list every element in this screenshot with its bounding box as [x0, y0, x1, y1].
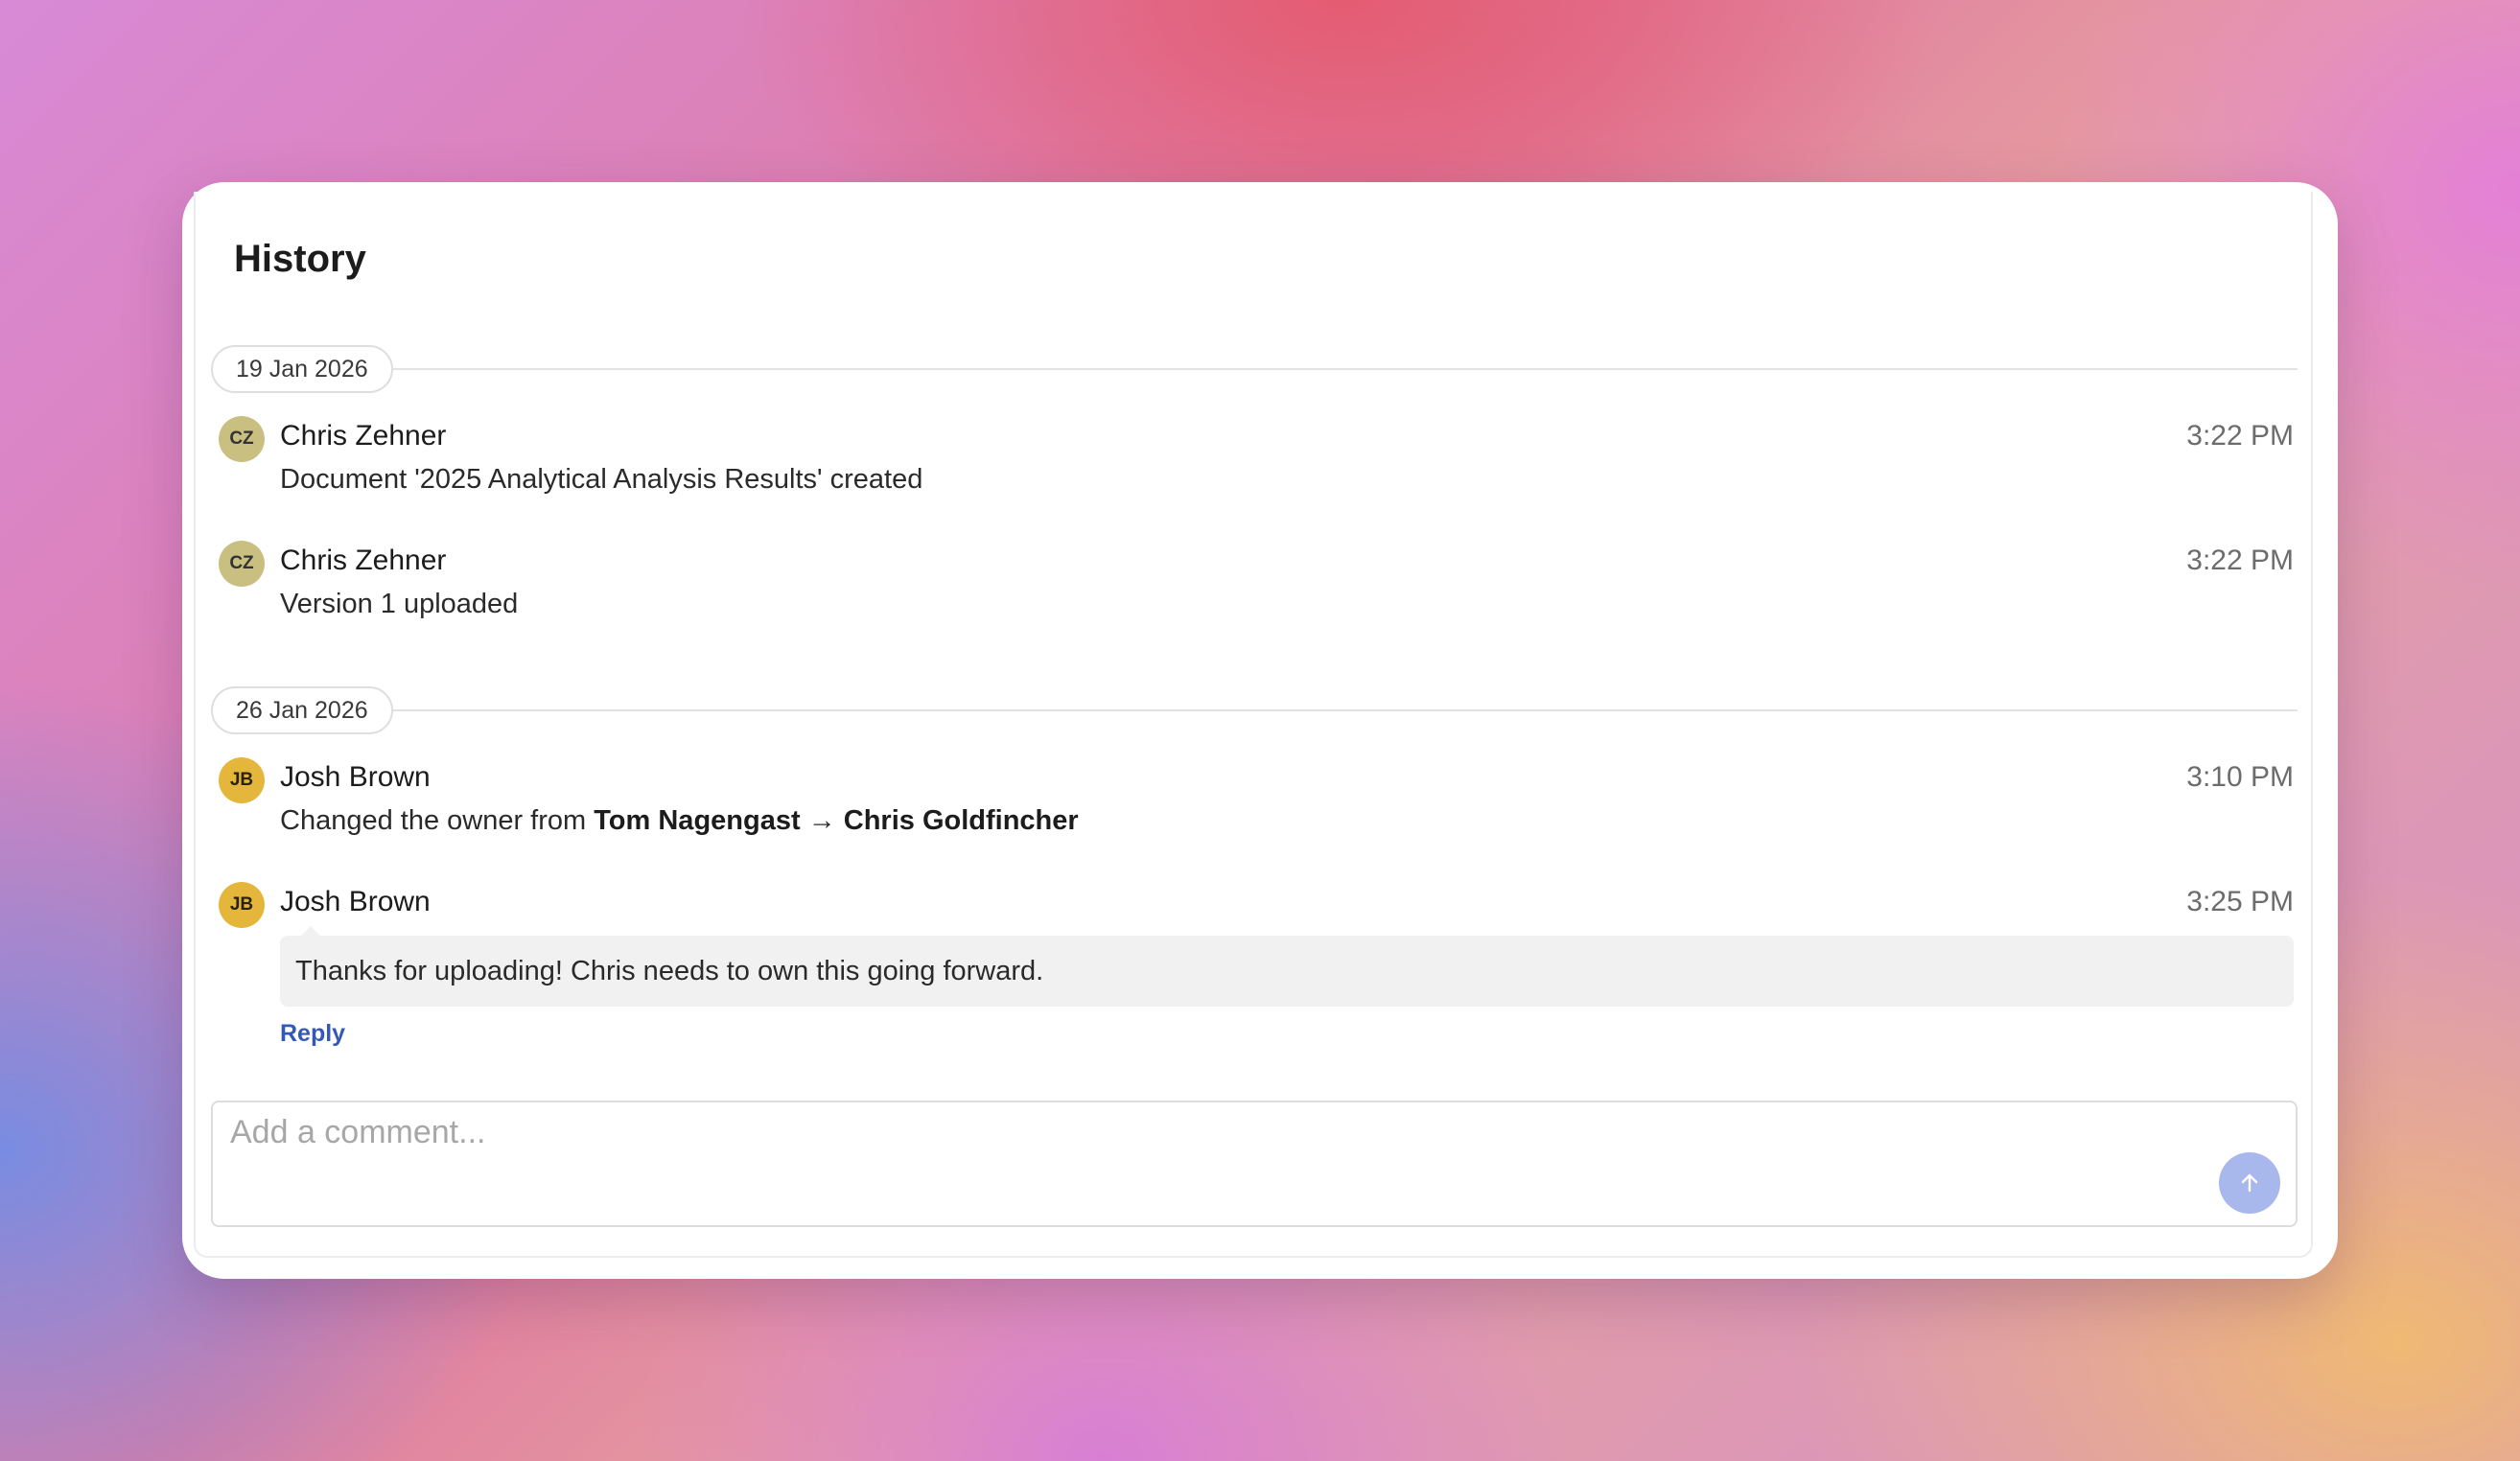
user-name: Chris Zehner — [280, 545, 447, 576]
reply-link[interactable]: Reply — [280, 1020, 345, 1048]
divider — [211, 368, 2298, 370]
send-button[interactable] — [2219, 1152, 2280, 1214]
owner-change-text: Changed the owner from — [280, 805, 595, 836]
comment-bubble: Thanks for uploading! Chris needs to own… — [280, 936, 2294, 1007]
comment-composer — [211, 1101, 2298, 1227]
entry-description: Version 1 uploaded — [280, 589, 519, 619]
arrow-up-icon — [2241, 1173, 2258, 1193]
timestamp: 3:22 PM — [2186, 545, 2294, 576]
comment-input[interactable] — [213, 1102, 2296, 1225]
avatar: CZ — [219, 416, 265, 462]
panel-title: History — [234, 238, 366, 280]
user-name: Josh Brown — [280, 761, 431, 793]
divider — [211, 709, 2298, 711]
entry-description: Changed the owner from Tom Nagengast → C… — [280, 805, 1079, 837]
date-pill: 26 Jan 2026 — [211, 686, 393, 734]
date-pill: 19 Jan 2026 — [211, 345, 393, 393]
avatar: CZ — [219, 541, 265, 587]
entry-description: Document '2025 Analytical Analysis Resul… — [280, 464, 923, 495]
user-name: Josh Brown — [280, 886, 431, 917]
user-name: Chris Zehner — [280, 420, 447, 452]
date-separator: 19 Jan 2026 — [211, 345, 2298, 393]
history-panel: History 19 Jan 2026 CZ Chris Zehner 3:22… — [194, 192, 2313, 1258]
new-owner: Chris Goldfincher — [843, 805, 1079, 836]
previous-owner: Tom Nagengast — [594, 805, 801, 836]
timestamp: 3:10 PM — [2186, 761, 2294, 793]
avatar: JB — [219, 757, 265, 803]
history-card: History 19 Jan 2026 CZ Chris Zehner 3:22… — [182, 182, 2338, 1279]
arrow-right-icon: → — [800, 805, 844, 836]
avatar: JB — [219, 882, 265, 928]
timestamp: 3:22 PM — [2186, 420, 2294, 452]
date-separator: 26 Jan 2026 — [211, 686, 2298, 734]
timestamp: 3:25 PM — [2186, 886, 2294, 917]
